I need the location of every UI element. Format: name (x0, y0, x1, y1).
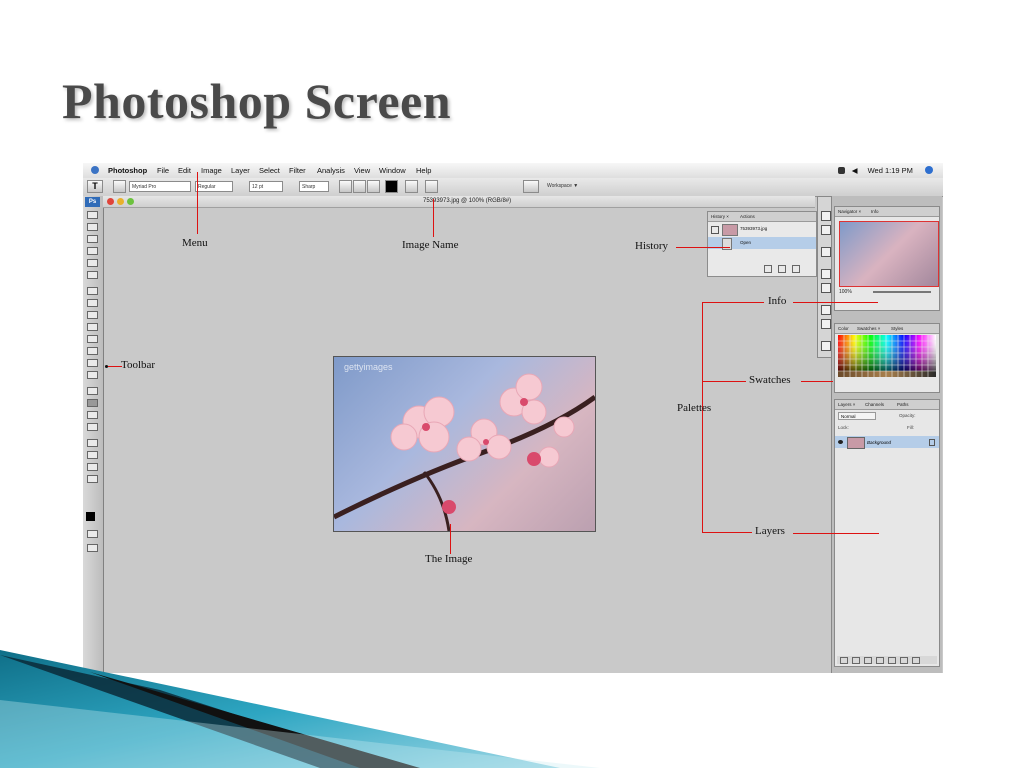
slide-corner-decoration (0, 650, 600, 768)
